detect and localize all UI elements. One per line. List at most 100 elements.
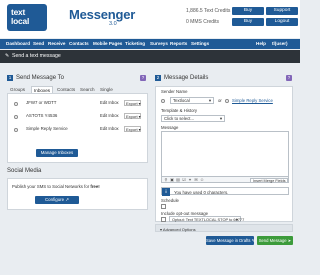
- manage-inboxes-button[interactable]: Manage Inboxes: [36, 149, 78, 157]
- export-label: Export: [126, 114, 138, 119]
- edit-inbox-link[interactable]: Edit Inbox: [100, 126, 119, 132]
- sender-name-label: Sender Name: [161, 89, 188, 94]
- emoji-icon[interactable]: ☺: [200, 178, 204, 182]
- buy-mms-credits-button[interactable]: Buy: [232, 18, 264, 26]
- social-text-bold: free!: [90, 184, 100, 189]
- tab-groups[interactable]: Groups: [10, 86, 25, 93]
- optout-message-value: Optout: Text TEXTLOCAL STOP to 60777: [172, 216, 245, 222]
- social-media-panel: Publish your SMS to Social Networks for …: [7, 178, 148, 210]
- calendar-icon[interactable]: ▤: [176, 178, 180, 182]
- survey-icon[interactable]: ☑: [182, 178, 186, 182]
- logo-line-2: local: [11, 16, 30, 26]
- image-icon[interactable]: ▣: [170, 178, 174, 182]
- message-details-heading: 2 Message Details: [155, 75, 208, 81]
- location-icon[interactable]: ⌖: [188, 178, 192, 182]
- textlocal-logo[interactable]: text local: [7, 4, 47, 31]
- social-media-text: Publish your SMS to Social Networks for …: [12, 184, 100, 189]
- page-title-bar: ✎ Send a text message: [0, 50, 300, 63]
- optout-checkbox[interactable]: [161, 216, 166, 222]
- template-history-label: Template & History: [161, 108, 198, 113]
- advanced-options-text: Advanced Options: [162, 226, 196, 232]
- nav-surveys[interactable]: Surveys: [150, 39, 168, 49]
- nav-dashboard[interactable]: Dashboard: [6, 39, 30, 49]
- social-text-plain: Publish your SMS to Social Networks for: [12, 184, 91, 189]
- pencil-icon: ✎: [5, 53, 10, 59]
- save-draft-button[interactable]: Save Message in Drafts ✎: [206, 236, 255, 245]
- tab-contacts[interactable]: Contacts: [57, 86, 75, 93]
- template-history-select[interactable]: Click to select... ▾: [161, 115, 225, 122]
- chevron-down-icon: ▾: [236, 216, 238, 222]
- message-details-panel: Sender Name Textlocal ▾ or Simple Reply S…: [155, 86, 293, 222]
- character-count-text: You have used 0 characters.: [174, 189, 229, 195]
- simple-reply-service-link[interactable]: Simple Reply Service: [232, 98, 273, 103]
- edit-inbox-link[interactable]: Edit Inbox: [100, 100, 119, 106]
- inbox-radio[interactable]: [14, 128, 18, 132]
- export-label: Export: [126, 127, 138, 132]
- main-navigation: Dashboard Send Receive Contacts Mobile P…: [0, 39, 300, 49]
- chevron-down-icon: ▾: [208, 98, 211, 103]
- character-counter: i You have used 0 characters.: [161, 187, 289, 196]
- text-credits: 1,886.5 Text Credits: [186, 8, 231, 14]
- message-details-title: Message Details: [164, 75, 209, 81]
- tab-single[interactable]: Single: [100, 86, 113, 93]
- step-number-1: 1: [7, 75, 13, 81]
- buy-text-credits-button[interactable]: Buy: [232, 7, 264, 15]
- schedule-checkbox[interactable]: [161, 204, 166, 209]
- sender-radio[interactable]: [161, 99, 165, 103]
- message-toolbar: ⚲ ▣ ▤ ☑ ⌖ ✉ ☺ Insert Merge Fields: [161, 176, 289, 183]
- tab-search[interactable]: Search: [80, 86, 95, 93]
- inbox-radio[interactable]: [14, 115, 18, 119]
- nav-ticketing[interactable]: Ticketing: [125, 39, 145, 49]
- attachment-icon[interactable]: ✉: [194, 178, 198, 182]
- nav-send[interactable]: Send: [33, 39, 44, 49]
- logout-button[interactable]: Logout: [266, 18, 298, 26]
- nav-receive[interactable]: Receive: [48, 39, 65, 49]
- nav-contacts[interactable]: Contacts: [69, 39, 89, 49]
- top-header: text local Messenger 3.0 1,886.5 Text Cr…: [0, 0, 300, 38]
- list-item[interactable]: ASTOTS Y4536 Edit Inbox Export ▾: [12, 111, 144, 122]
- nav-mobile-pages[interactable]: Mobile Pages: [93, 39, 122, 49]
- inboxes-list: JFW7 or WDTT Edit Inbox Export ▾ ASTOTS …: [7, 93, 148, 163]
- send-message-button[interactable]: Send Message ➤: [257, 236, 293, 245]
- send-to-help-icon[interactable]: ?: [140, 75, 146, 81]
- link-icon[interactable]: ⚲: [164, 178, 168, 182]
- page-title: Send a text message: [12, 53, 61, 59]
- or-label: or: [218, 98, 222, 103]
- message-details-help-icon[interactable]: ?: [286, 75, 292, 81]
- inbox-name: ASTOTS Y4536: [26, 113, 58, 118]
- inbox-radio[interactable]: [14, 102, 18, 106]
- chevron-down-icon: ▾: [219, 116, 222, 121]
- template-history-value: Click to select...: [164, 116, 195, 121]
- configure-label: Configure: [45, 197, 65, 202]
- advanced-options-toggle[interactable]: ▾ Advanced Options: [155, 224, 293, 232]
- nav-reports[interactable]: Reports: [170, 39, 187, 49]
- send-to-title: Send Message To: [16, 75, 64, 81]
- support-button[interactable]: Support: [266, 7, 298, 15]
- nav-settings[interactable]: Settings: [191, 39, 209, 49]
- message-textarea[interactable]: [161, 131, 289, 177]
- info-icon: i: [162, 188, 170, 196]
- message-label: Message: [161, 125, 179, 130]
- simple-reply-radio[interactable]: [225, 99, 229, 103]
- insert-merge-fields-button[interactable]: Insert Merge Fields: [250, 177, 288, 183]
- nav-help[interactable]: Help: [256, 39, 266, 49]
- configure-button[interactable]: Configure ↗: [35, 196, 79, 204]
- export-label: Export: [126, 101, 138, 106]
- optout-message-select[interactable]: Optout: Text TEXTLOCAL STOP to 60777 ▾: [169, 215, 245, 222]
- export-select[interactable]: Export ▾: [124, 100, 141, 106]
- nav-user[interactable]: tl(user): [272, 39, 288, 49]
- sender-name-select[interactable]: Textlocal ▾: [170, 97, 214, 104]
- export-select[interactable]: Export ▾: [124, 126, 141, 132]
- list-item[interactable]: JFW7 or WDTT Edit Inbox Export ▾: [12, 98, 144, 109]
- send-message-label: Send Message: [258, 238, 287, 243]
- inbox-name: JFW7 or WDTT: [26, 100, 57, 105]
- list-item[interactable]: Simple Reply Service Edit Inbox Export ▾: [12, 124, 144, 135]
- save-draft-label: Save Message in Drafts: [206, 238, 251, 243]
- social-media-title: Social Media: [7, 168, 42, 174]
- export-select[interactable]: Export ▾: [124, 113, 141, 119]
- product-name: Messenger: [69, 7, 136, 22]
- tab-inboxes[interactable]: Inboxes: [31, 86, 54, 93]
- edit-inbox-link[interactable]: Edit Inbox: [100, 113, 119, 119]
- inbox-name: Simple Reply Service: [26, 126, 68, 131]
- send-to-heading: 1 Send Message To: [7, 75, 64, 81]
